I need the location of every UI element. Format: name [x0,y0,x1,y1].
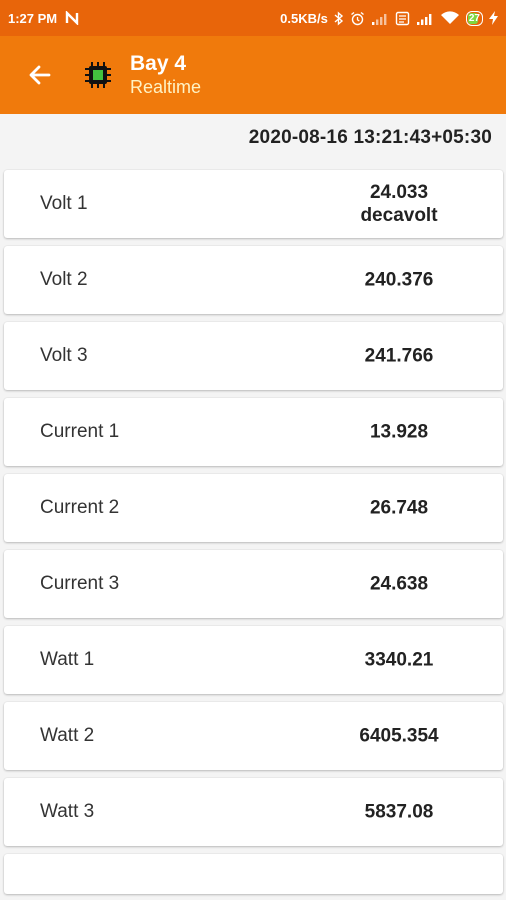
reading-value: 13.928 [369,421,429,443]
reading-value: 5837.08 [364,801,434,823]
charging-icon [489,11,498,25]
reading-card-watt-3[interactable]: Watt 3 5837.08 [4,778,503,846]
signal-4g-icon [416,12,434,25]
sim-icon [395,11,410,26]
reading-card-current-3[interactable]: Current 3 24.638 [4,550,503,618]
reading-card-watt-2[interactable]: Watt 2 6405.354 [4,702,503,770]
reading-label: Current 3 [40,573,120,594]
signal-icon [371,12,389,25]
page-title: Bay 4 [130,52,187,75]
arrow-back-icon [29,65,51,85]
reading-card-partial[interactable] [4,854,503,894]
reading-value: 24.638 [369,573,429,595]
reading-value: 241.766 [364,345,434,367]
reading-label: Volt 1 [40,193,88,214]
readings-list: Volt 1 24.033 decavolt Volt 2 240.376 Vo… [4,170,503,894]
status-time: 1:27 PM [8,10,58,26]
network-speed: 0.5KB/s [280,10,328,26]
reading-label: Watt 2 [40,725,95,746]
page-subtitle: Realtime [130,77,202,97]
reading-card-current-1[interactable]: Current 1 13.928 [4,398,503,466]
reading-card-volt-2[interactable]: Volt 2 240.376 [4,246,503,314]
reading-value: 6405.354 [359,725,439,747]
reading-label: Volt 2 [40,269,88,290]
reading-card-volt-1[interactable]: Volt 1 24.033 decavolt [4,170,503,238]
reading-value: 24.033 decavolt [314,181,484,227]
reading-label: Watt 3 [40,801,95,822]
app-bar: Bay 4 Realtime [0,36,506,114]
reading-value-number: 24.033 [369,182,429,203]
reading-value: 240.376 [364,269,434,291]
bluetooth-icon [334,10,344,26]
reading-card-current-2[interactable]: Current 2 26.748 [4,474,503,542]
reading-label: Watt 1 [40,649,95,670]
battery-level: 27 [468,12,480,24]
reading-card-volt-3[interactable]: Volt 3 241.766 [4,322,503,390]
back-button[interactable] [20,55,60,95]
reading-unit: decavolt [360,205,438,226]
reading-label: Current 2 [40,497,120,518]
reading-value: 26.748 [369,497,429,519]
reading-card-watt-1[interactable]: Watt 1 3340.21 [4,626,503,694]
n-icon [65,11,79,25]
reading-label: Current 1 [40,421,120,442]
status-bar: 1:27 PM 0.5KB/s 27 [0,0,506,36]
reading-value: 3340.21 [364,649,434,671]
wifi-icon [440,11,460,25]
chip-icon [78,55,118,95]
timestamp: 2020-08-16 13:21:43+05:30 [248,127,492,148]
alarm-icon [350,11,365,26]
battery-icon: 27 [465,10,483,26]
reading-label: Volt 3 [40,345,88,366]
